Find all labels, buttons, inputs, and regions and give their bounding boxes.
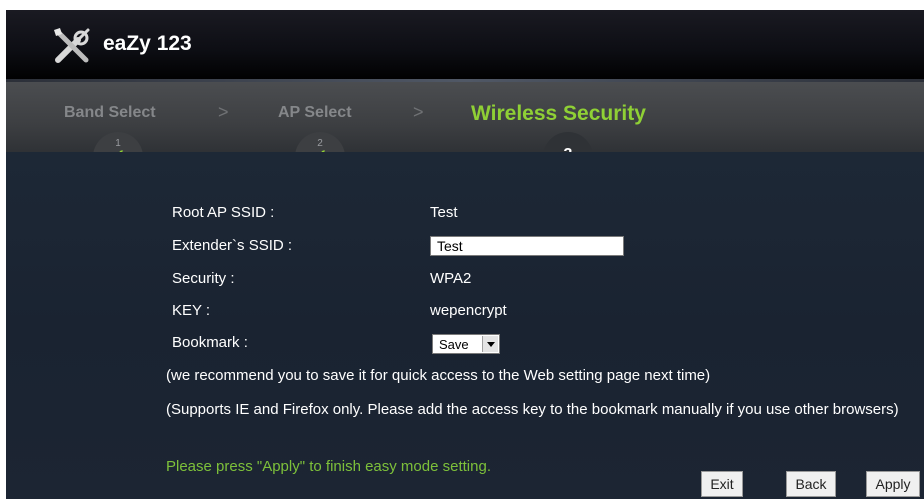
key-value: wepencrypt (430, 302, 507, 319)
extender-ssid-input[interactable] (430, 236, 624, 256)
step-wireless-security-label: Wireless Security (471, 102, 646, 125)
bookmark-label: Bookmark : (172, 334, 248, 351)
bookmark-selected-value: Save (439, 337, 469, 352)
root-ssid-label: Root AP SSID : (172, 204, 275, 221)
apply-hint: Please press "Apply" to finish easy mode… (166, 458, 491, 475)
app-title: eaZy 123 (103, 32, 192, 55)
chevron-down-icon[interactable] (482, 336, 498, 352)
content-area (6, 152, 924, 499)
security-label: Security : (172, 270, 235, 287)
step-ap-select-label: AP Select (278, 104, 352, 121)
step-band-select-label: Band Select (64, 104, 156, 121)
wizard-steps: Band Select > AP Select > Wireless Secur… (6, 82, 924, 182)
bookmark-select[interactable]: Save (432, 334, 500, 354)
root-ssid-value: Test (430, 204, 458, 221)
supports-note: (Supports IE and Firefox only. Please ad… (166, 401, 899, 418)
step-arrow-icon: > (218, 102, 229, 122)
security-value: WPA2 (430, 270, 472, 287)
header-bar: eaZy 123 (6, 10, 924, 82)
apply-button[interactable]: Apply (866, 471, 920, 497)
extender-ssid-label: Extender`s SSID : (172, 237, 293, 254)
back-button[interactable]: Back (786, 471, 836, 497)
recommend-note: (we recommend you to save it for quick a… (166, 367, 711, 384)
tools-icon (52, 26, 94, 66)
key-label: KEY : (172, 302, 211, 319)
step-arrow-icon: > (413, 102, 424, 122)
exit-button[interactable]: Exit (701, 471, 743, 497)
